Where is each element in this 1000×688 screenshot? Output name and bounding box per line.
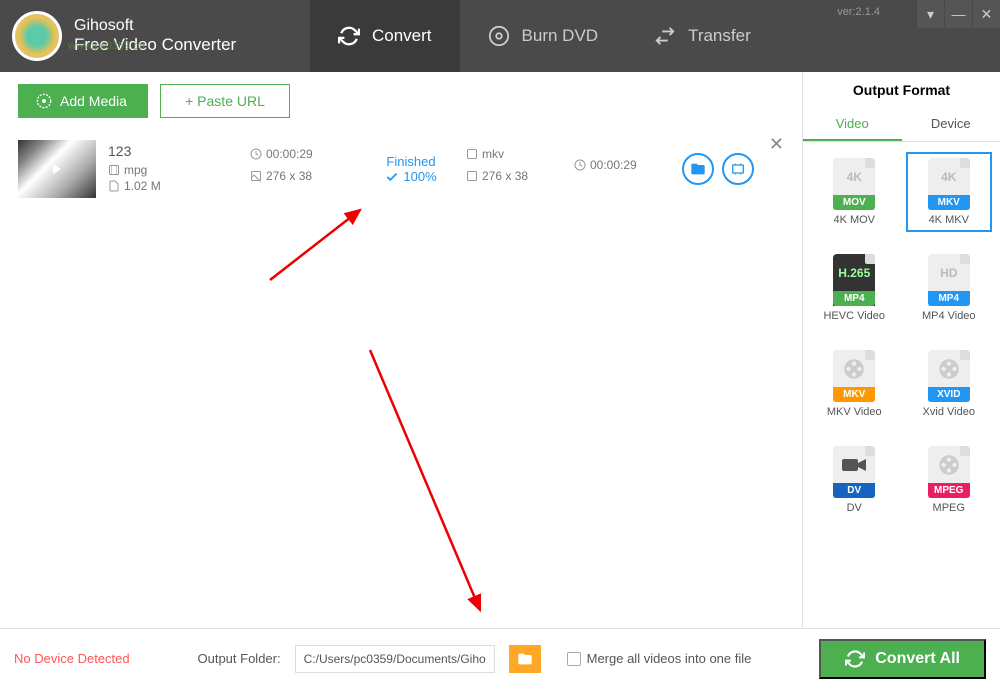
browse-folder-button[interactable] [509, 645, 541, 673]
format-label: HEVC Video [817, 310, 892, 322]
convert-all-label: Convert All [875, 650, 960, 668]
format-grid: 4KMOV4K MOV4KMKV4K MKVH.265MP4HEVC Video… [803, 142, 1000, 628]
file-item[interactable]: 123 mpg 1.02 M 00:00:29 276 x 38 [18, 130, 784, 208]
format-tabs: Video Device [803, 108, 1000, 142]
input-meta: 00:00:29 276 x 38 [250, 147, 356, 191]
sidebar-title: Output Format [803, 72, 1000, 108]
dropdown-button[interactable]: ▾ [916, 0, 944, 28]
clock-icon [250, 148, 262, 160]
out-format: mkv [482, 147, 504, 161]
output-folder-label: Output Folder: [198, 651, 281, 666]
tab-burn-label: Burn DVD [522, 26, 599, 46]
add-media-button[interactable]: Add Media [18, 84, 148, 118]
format-label: MKV Video [817, 406, 892, 418]
format-tab-video[interactable]: Video [803, 108, 902, 141]
disc-icon [488, 25, 510, 47]
status-percent: 100% [403, 169, 436, 184]
doc-icon [108, 180, 120, 192]
tab-burn[interactable]: Burn DVD [460, 0, 627, 72]
tab-convert[interactable]: Convert [310, 0, 460, 72]
out-duration: 00:00:29 [590, 158, 637, 172]
format-option[interactable]: DVDV [811, 440, 898, 520]
tab-transfer-label: Transfer [688, 26, 751, 46]
image-icon [466, 170, 478, 182]
format-label: 4K MOV [817, 214, 892, 226]
check-icon [385, 170, 399, 184]
open-folder-button[interactable] [682, 153, 714, 185]
out-resolution: 276 x 38 [482, 169, 528, 183]
main-area: 123 mpg 1.02 M 00:00:29 276 x 38 [0, 130, 1000, 628]
refresh-icon [338, 25, 360, 47]
format-label: Xvid Video [912, 406, 987, 418]
transfer-icon [654, 25, 676, 47]
paste-url-button[interactable]: + Paste URL [160, 84, 290, 118]
format-option[interactable]: MPEGMPEG [906, 440, 993, 520]
version-label: ver:2.1.4 [837, 6, 880, 18]
output-format-sidebar: Output Format Video Device 4KMOV4K MOV4K… [802, 72, 1000, 628]
format-option[interactable]: XVIDXvid Video [906, 344, 993, 424]
format-label: MPEG [912, 502, 987, 514]
image-icon [250, 170, 262, 182]
file-details: 123 mpg 1.02 M [108, 143, 238, 195]
output-path-input[interactable] [295, 645, 495, 673]
in-size: 1.02 M [124, 179, 161, 193]
nav-tabs: Convert Burn DVD Transfer [310, 0, 779, 72]
output-meta-duration: 00:00:29 [574, 158, 670, 180]
minimize-button[interactable]: — [944, 0, 972, 28]
format-option[interactable]: H.265MP4HEVC Video [811, 248, 898, 328]
format-option[interactable]: MKVMKV Video [811, 344, 898, 424]
file-actions [682, 153, 754, 185]
film-icon [36, 93, 52, 109]
clock-icon [574, 159, 586, 171]
film-strip-icon [108, 164, 120, 176]
app-logo [12, 11, 62, 61]
close-button[interactable]: ✕ [972, 0, 1000, 28]
play-icon [53, 164, 61, 174]
settings-button[interactable] [722, 153, 754, 185]
format-label: DV [817, 502, 892, 514]
refresh-icon [845, 649, 865, 669]
checkbox-icon [567, 652, 581, 666]
remove-item-button[interactable]: ✕ [769, 134, 784, 155]
output-meta-format: mkv 276 x 38 [466, 147, 562, 191]
file-name: 123 [108, 143, 238, 159]
logo-area: Gihosoft Free Video Converter www.pc0359… [0, 11, 310, 61]
watermark: www.pc0359.cn [68, 40, 145, 52]
in-resolution: 276 x 38 [266, 169, 312, 183]
brand-name: Gihosoft [74, 17, 236, 35]
video-thumbnail[interactable] [18, 140, 96, 198]
bottom-bar: No Device Detected Output Folder: Merge … [0, 628, 1000, 688]
merge-label: Merge all videos into one file [587, 651, 752, 666]
format-tab-device[interactable]: Device [902, 108, 1000, 141]
annotation-arrow [360, 340, 500, 620]
add-media-label: Add Media [60, 93, 127, 109]
in-duration: 00:00:29 [266, 147, 313, 161]
no-device-label: No Device Detected [14, 651, 130, 666]
titlebar: Gihosoft Free Video Converter www.pc0359… [0, 0, 1000, 72]
in-format: mpg [124, 163, 147, 177]
format-option[interactable]: 4KMKV4K MKV [906, 152, 993, 232]
annotation-arrow [260, 200, 380, 290]
status-label: Finished [368, 154, 454, 169]
tab-convert-label: Convert [372, 26, 432, 46]
tab-transfer[interactable]: Transfer [626, 0, 779, 72]
file-list: 123 mpg 1.02 M 00:00:29 276 x 38 [0, 130, 802, 628]
film-strip-icon [466, 148, 478, 160]
format-option[interactable]: HDMP4MP4 Video [906, 248, 993, 328]
format-label: MP4 Video [912, 310, 987, 322]
merge-checkbox[interactable]: Merge all videos into one file [567, 651, 752, 666]
paste-url-label: + Paste URL [185, 93, 265, 109]
conversion-status: Finished 100% [368, 154, 454, 184]
window-controls: ▾ — ✕ [916, 0, 1000, 28]
format-option[interactable]: 4KMOV4K MOV [811, 152, 898, 232]
format-label: 4K MKV [912, 214, 987, 226]
convert-all-button[interactable]: Convert All [819, 639, 986, 679]
